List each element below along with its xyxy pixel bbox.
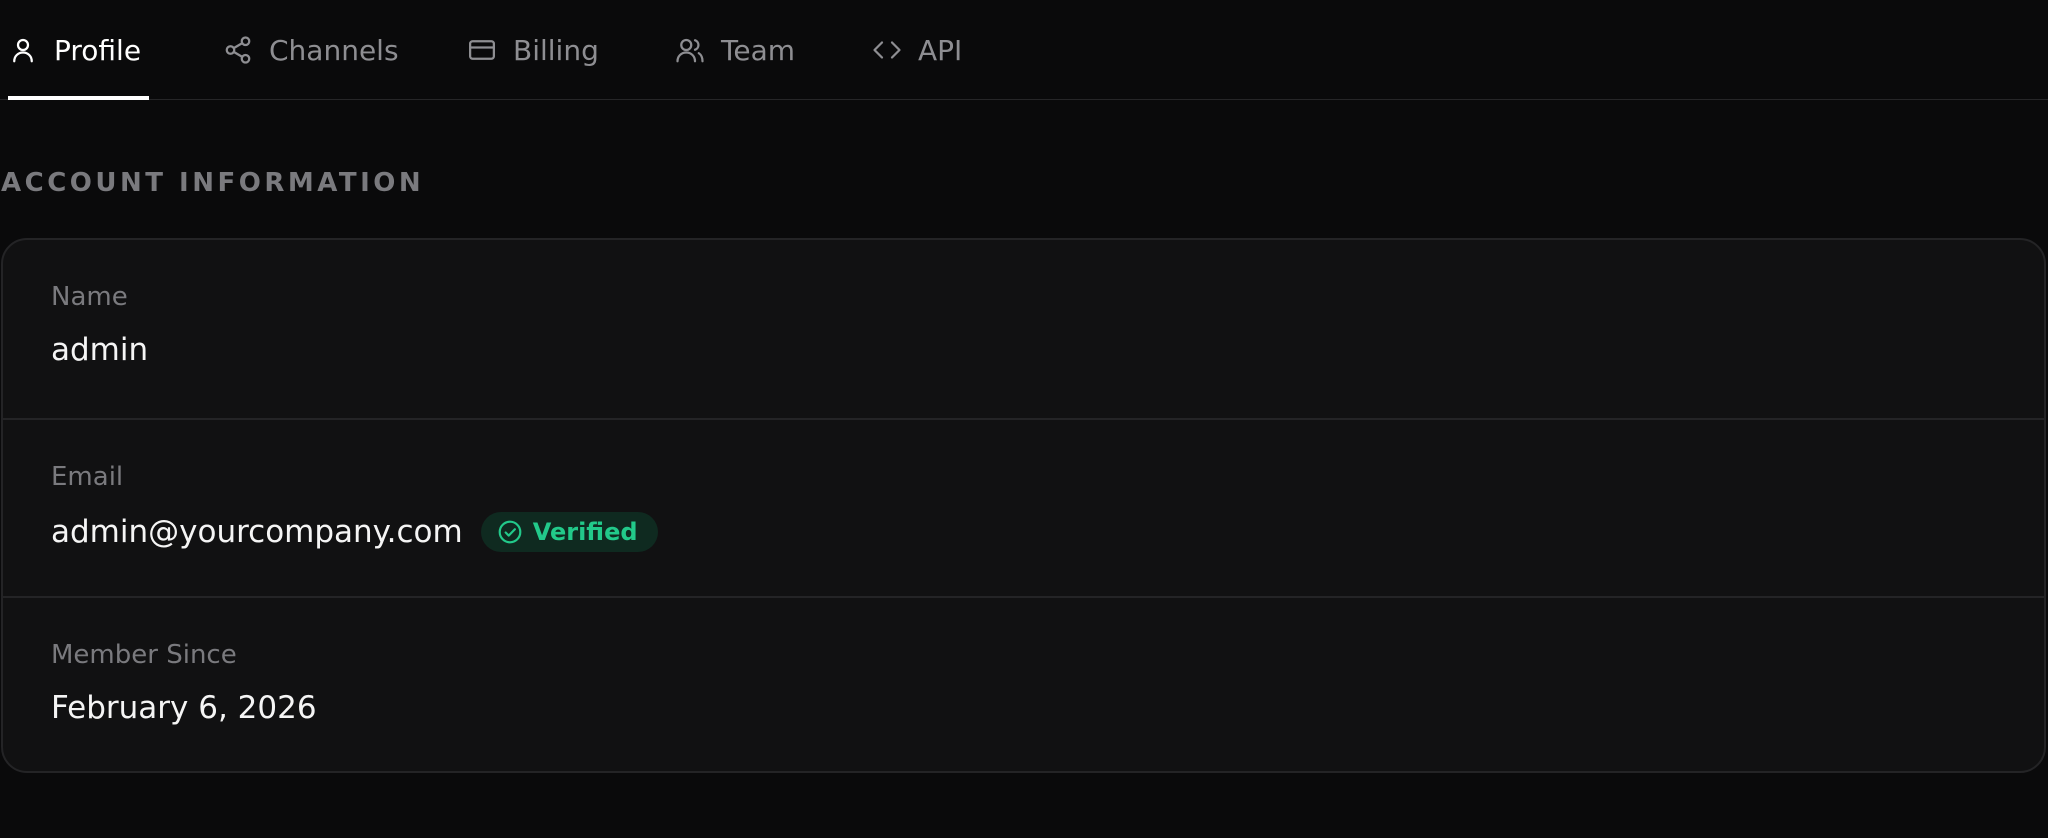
share-icon (223, 35, 253, 65)
users-icon (675, 35, 705, 65)
user-icon (8, 35, 38, 65)
tab-profile[interactable]: Profile (8, 0, 150, 100)
email-label: Email (51, 462, 124, 492)
check-circle-icon (497, 519, 523, 545)
member-since-value: February 6, 2026 (51, 690, 317, 726)
tab-profile-label: Profile (54, 33, 142, 67)
settings-tabs: Profile Channels Billing Team API (0, 0, 2048, 100)
name-label: Name (51, 282, 128, 312)
tab-channels-label: Channels (269, 33, 399, 67)
section-title: ACCOUNT INFORMATION (1, 168, 425, 198)
credit-card-icon (467, 35, 497, 65)
member-since-text: February 6, 2026 (51, 690, 317, 726)
tab-channels[interactable]: Channels (223, 0, 399, 100)
tab-api-label: API (918, 33, 963, 67)
tab-team-label: Team (721, 33, 796, 67)
email-value: admin@yourcompany.com Verified (51, 512, 658, 552)
member-since-label: Member Since (51, 640, 237, 670)
name-value: admin (51, 332, 148, 368)
tab-team[interactable]: Team (675, 0, 795, 100)
email-row: Email admin@yourcompany.com Verified (3, 418, 2044, 596)
name-text: admin (51, 332, 149, 368)
email-text: admin@yourcompany.com (51, 514, 463, 550)
tab-billing-label: Billing (513, 33, 599, 67)
account-info-card: Name admin Email admin@yourcompany.com V… (1, 238, 2046, 773)
code-icon (872, 35, 902, 65)
settings-page: Profile Channels Billing Team API ACCOUN… (0, 0, 2048, 838)
member-since-row: Member Since February 6, 2026 (3, 596, 2044, 771)
verified-badge-label: Verified (532, 518, 638, 546)
tab-api[interactable]: API (872, 0, 962, 100)
name-row: Name admin (3, 240, 2044, 418)
tab-billing[interactable]: Billing (467, 0, 599, 100)
verified-badge: Verified (480, 512, 658, 552)
